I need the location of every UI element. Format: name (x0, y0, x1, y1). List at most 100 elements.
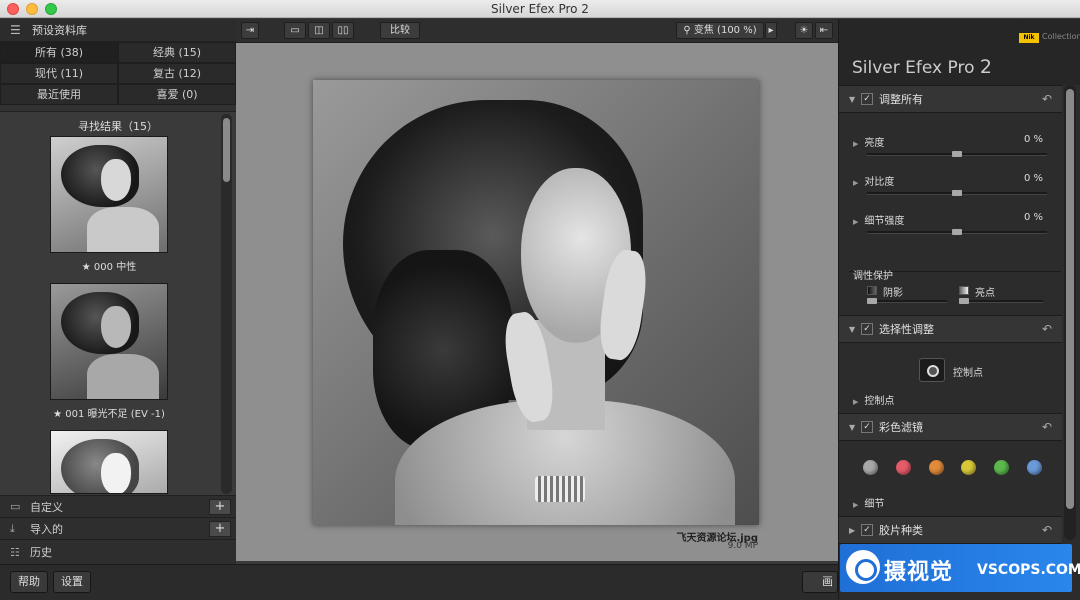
tab-modern[interactable]: 现代 (11) (0, 63, 118, 84)
settings-button[interactable]: 设置 (53, 571, 91, 593)
tab-classic[interactable]: 经典 (15) (118, 42, 236, 63)
toolbar: ⇥ ▭ ◫ ▯▯ 比较 ⚲ 变焦 (100 %) ▸ ☀ ⇤ (236, 19, 838, 43)
red-filter-swatch[interactable] (896, 460, 911, 475)
control-point-button-label: 控制点 (953, 368, 983, 379)
imported-section[interactable]: ⤓ 导入的 + (0, 517, 236, 539)
highlights-label: 亮点 (975, 288, 995, 299)
selective-adjustments-section[interactable]: ▼ ✓ 选择性调整 ↶ (839, 315, 1062, 343)
color-filter-label: 彩色滤镜 (879, 421, 923, 434)
highlights-knob[interactable] (959, 298, 969, 304)
highlights-icon (959, 286, 969, 295)
preset-library-panel: ☰ 预设资料库 所有 (38) 经典 (15) 现代 (11) 复古 (12) … (0, 19, 236, 564)
structure-slider[interactable] (867, 229, 1047, 235)
brightness-slider[interactable] (867, 151, 1047, 157)
reset-icon[interactable]: ↶ (1042, 420, 1052, 434)
brightness-label[interactable]: ▶ 亮度 (853, 134, 884, 149)
filter-details-toggle[interactable]: ▶ 细节 (853, 495, 884, 510)
close-window-button[interactable] (7, 3, 19, 15)
tab-vintage[interactable]: 复古 (12) (118, 63, 236, 84)
reset-icon[interactable]: ↶ (1042, 523, 1052, 537)
folder-icon: ▭ (10, 500, 21, 513)
reset-icon[interactable]: ↶ (1042, 92, 1052, 106)
orange-filter-swatch[interactable] (929, 460, 944, 475)
tab-recent[interactable]: 最近使用 (0, 84, 118, 105)
chevron-down-icon: ▼ (849, 324, 856, 334)
custom-section[interactable]: ▭ 自定义 + (0, 495, 236, 517)
structure-label[interactable]: ▶ 细节强度 (853, 212, 904, 227)
chevron-down-icon: ▼ (849, 422, 856, 432)
yellow-filter-swatch[interactable] (961, 460, 976, 475)
bottom-bar: 帮助 设置 画 (0, 564, 838, 600)
preset-thumbnail[interactable] (50, 430, 168, 494)
brightness-knob[interactable] (952, 151, 962, 157)
add-custom-preset-button[interactable]: + (209, 499, 231, 515)
selective-adjustments-checkbox[interactable]: ✓ (861, 323, 873, 335)
title-bar: Silver Efex Pro 2 (0, 0, 1080, 18)
brush-button[interactable]: 画 (802, 571, 838, 593)
chevron-down-icon: ▼ (849, 94, 856, 104)
minimize-window-button[interactable] (26, 3, 38, 15)
preset-thumbnail[interactable] (50, 283, 168, 400)
side-by-side-view-button[interactable]: ▯▯ (332, 22, 354, 39)
zoom-label: 变焦 (100 %) (693, 25, 757, 36)
watermark-banner: 摄视觉 VSCOPS.COM (840, 544, 1080, 592)
preview-image[interactable] (313, 80, 759, 525)
color-filter-section[interactable]: ▼ ✓ 彩色滤镜 ↶ (839, 413, 1062, 441)
global-adjustments-section[interactable]: ▼ ✓ 调整所有 ↶ (839, 85, 1062, 113)
tab-favorites[interactable]: 喜爱 (0) (118, 84, 236, 105)
global-adjustments-checkbox[interactable]: ✓ (861, 93, 873, 105)
zoom-window-button[interactable] (45, 3, 57, 15)
blue-filter-swatch[interactable] (1027, 460, 1042, 475)
selective-adjustments-label: 选择性调整 (879, 323, 934, 336)
tab-all[interactable]: 所有 (38) (0, 42, 118, 63)
film-types-checkbox[interactable]: ✓ (861, 524, 873, 536)
brand-header: Nik Collection Silver Efex Pro 2 (839, 19, 1080, 85)
neutral-filter-swatch[interactable] (863, 460, 878, 475)
tonality-protection-label: 调性保护 (853, 271, 893, 282)
green-filter-swatch[interactable] (994, 460, 1009, 475)
zoom-arrow-icon[interactable]: ▸ (765, 22, 777, 39)
preset-tabs: 所有 (38) 经典 (15) 现代 (11) 复古 (12) 最近使用 喜爱 … (0, 42, 236, 105)
collection-label: Collection (1042, 32, 1080, 41)
preset-label: ★ 000 中性 (81, 262, 137, 273)
chevron-right-icon: ▶ (849, 525, 856, 535)
contrast-slider[interactable] (867, 190, 1047, 196)
contrast-knob[interactable] (952, 190, 962, 196)
shadows-slider[interactable] (867, 298, 947, 304)
highlights-slider[interactable] (959, 298, 1043, 304)
add-control-point-button[interactable] (919, 358, 945, 382)
history-section[interactable]: ☷ 历史 (0, 539, 236, 564)
film-types-section[interactable]: ▶ ✓ 胶片种类 ↶ (839, 516, 1062, 544)
structure-value: 0 % (1023, 212, 1043, 223)
zoom-dropdown[interactable]: ⚲ 变焦 (100 %) (676, 22, 764, 39)
history-section-label: 历史 (30, 546, 52, 559)
reset-icon[interactable]: ↶ (1042, 322, 1052, 336)
single-view-button[interactable]: ▭ (284, 22, 306, 39)
lightbulb-icon[interactable]: ☀ (795, 22, 813, 39)
panel-toggle-icon[interactable]: ⇤ (815, 22, 833, 39)
contrast-value: 0 % (1023, 173, 1043, 184)
contrast-label[interactable]: ▶ 对比度 (853, 173, 894, 188)
file-size: 9.0 MP (727, 541, 758, 551)
preset-label: ★ 001 曝光不足 (EV -1) (53, 409, 165, 420)
preset-library-header[interactable]: ☰ 预设资料库 (0, 19, 236, 42)
split-view-button[interactable]: ◫ (308, 22, 330, 39)
preset-thumbnail[interactable] (50, 136, 168, 253)
exit-icon[interactable]: ⇥ (241, 22, 259, 39)
shadows-knob[interactable] (867, 298, 877, 304)
preset-results: 寻找结果（15） ★ 000 中性 ★ 001 曝光不足 (EV -1) (0, 111, 236, 495)
camera-logo-icon (846, 550, 880, 584)
structure-knob[interactable] (952, 229, 962, 235)
global-adjustments-label: 调整所有 (879, 93, 923, 106)
import-preset-button[interactable]: + (209, 521, 231, 537)
custom-section-label: 自定义 (30, 500, 63, 514)
control-points-toggle[interactable]: ▶ 控制点 (853, 392, 894, 407)
preset-scrollbar[interactable] (221, 114, 232, 494)
preview-canvas: 飞天资源论坛.jpg 9.0 MP (236, 43, 838, 561)
compare-button[interactable]: 比较 (380, 22, 420, 39)
help-button[interactable]: 帮助 (10, 571, 48, 593)
list-icon: ☰ (10, 23, 21, 37)
adjustments-scrollbar[interactable] (1064, 85, 1076, 540)
color-filter-checkbox[interactable]: ✓ (861, 421, 873, 433)
watermark-cn: 摄视觉 (884, 560, 954, 585)
